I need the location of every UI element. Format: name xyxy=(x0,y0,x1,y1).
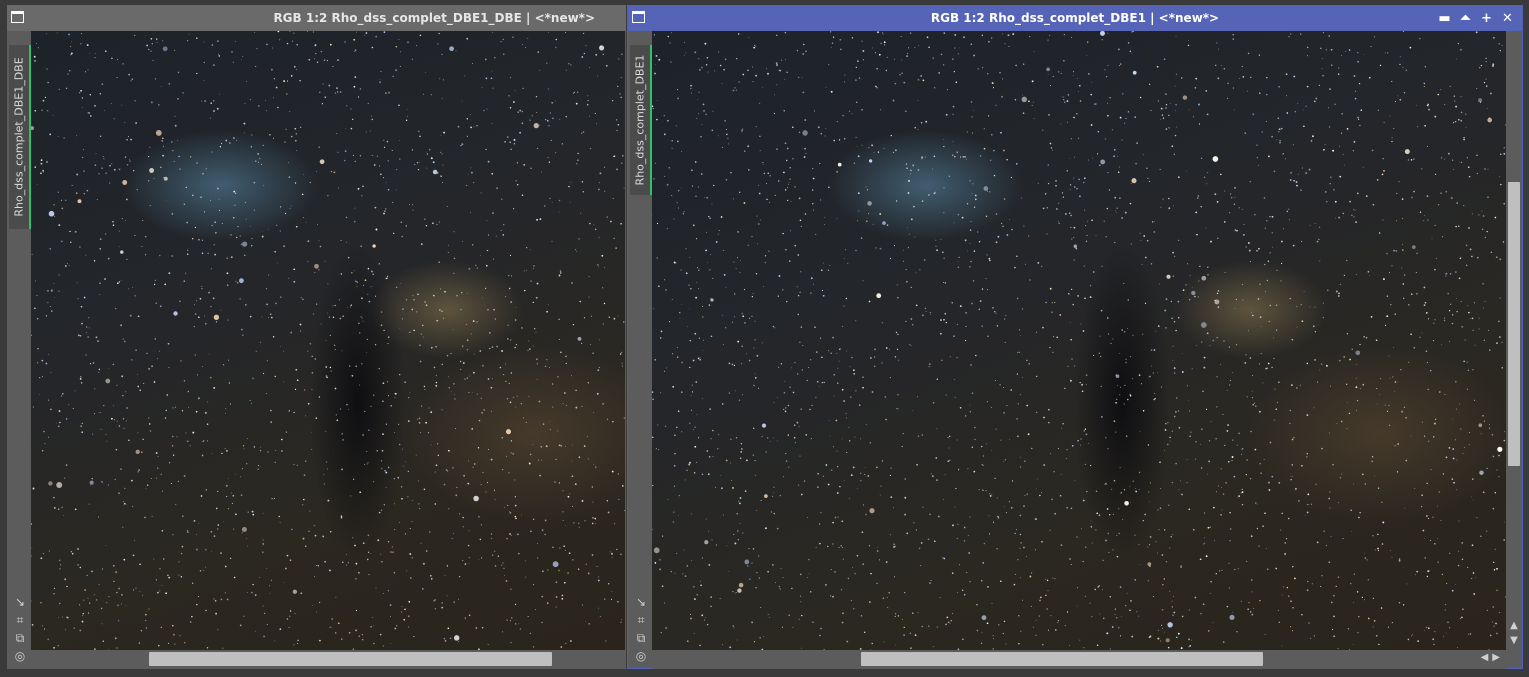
scroll-right-icon[interactable]: ▶ xyxy=(1492,652,1500,663)
vertical-scrollbar[interactable]: ▲ ▼ xyxy=(1506,31,1522,650)
horizontal-scrollbar[interactable] xyxy=(652,650,1507,669)
window-title: RGB 1:2 Rho_dss_complet_DBE1 | <*new*> xyxy=(930,11,1220,25)
window-title: RGB 1:2 Rho_dss_complet_DBE1_DBE | <*new… xyxy=(273,11,595,25)
view-side-tab[interactable]: Rho_dss_complet_DBE1_DBE xyxy=(9,45,31,229)
shade-icon[interactable]: ⏶ xyxy=(1457,10,1474,27)
window-icon[interactable] xyxy=(11,11,24,23)
star-field xyxy=(652,31,1507,650)
horizontal-scroll-thumb[interactable] xyxy=(861,652,1263,666)
crosshair-icon[interactable]: ⌗ xyxy=(634,613,648,627)
zoom-to-fit-icon[interactable]: ↘ xyxy=(13,595,27,609)
window-titlebar[interactable]: RGB 1:2 Rho_dss_complet_DBE1_DBE | <*new… xyxy=(7,5,626,31)
window-titlebar[interactable]: RGB 1:2 Rho_dss_complet_DBE1 | <*new*> ▬… xyxy=(628,5,1522,31)
clone-view-icon[interactable]: ⧉ xyxy=(13,631,27,645)
target-icon[interactable]: ◎ xyxy=(634,649,648,663)
image-canvas[interactable] xyxy=(652,31,1507,650)
view-side-tab[interactable]: Rho_dss_complet_DBE1 xyxy=(630,45,652,195)
horizontal-scrollbar[interactable] xyxy=(31,650,625,669)
scroll-left-icon[interactable]: ◀ xyxy=(1481,652,1489,663)
zoom-to-fit-icon[interactable]: ↘ xyxy=(634,595,648,609)
side-tab-label: Rho_dss_complet_DBE1 xyxy=(633,54,647,186)
image-window-right[interactable]: RGB 1:2 Rho_dss_complet_DBE1 | <*new*> ▬… xyxy=(627,5,1523,669)
horizontal-scroll-thumb[interactable] xyxy=(149,652,552,666)
scroll-down-icon[interactable]: ▼ xyxy=(1508,635,1520,647)
clone-view-icon[interactable]: ⧉ xyxy=(634,631,648,645)
close-icon[interactable]: ✕ xyxy=(1499,10,1516,27)
target-icon[interactable]: ◎ xyxy=(13,649,27,663)
crosshair-icon[interactable]: ⌗ xyxy=(13,613,27,627)
vertical-scroll-thumb[interactable] xyxy=(1508,182,1520,466)
maximize-icon[interactable]: + xyxy=(1478,10,1495,27)
image-canvas[interactable] xyxy=(31,31,625,650)
side-tab-label: Rho_dss_complet_DBE1_DBE xyxy=(12,57,26,217)
minimize-icon[interactable]: ▬ xyxy=(1436,10,1453,27)
image-window-left[interactable]: RGB 1:2 Rho_dss_complet_DBE1_DBE | <*new… xyxy=(7,5,626,669)
star-field xyxy=(31,31,625,650)
scroll-up-icon[interactable]: ▲ xyxy=(1508,620,1520,632)
